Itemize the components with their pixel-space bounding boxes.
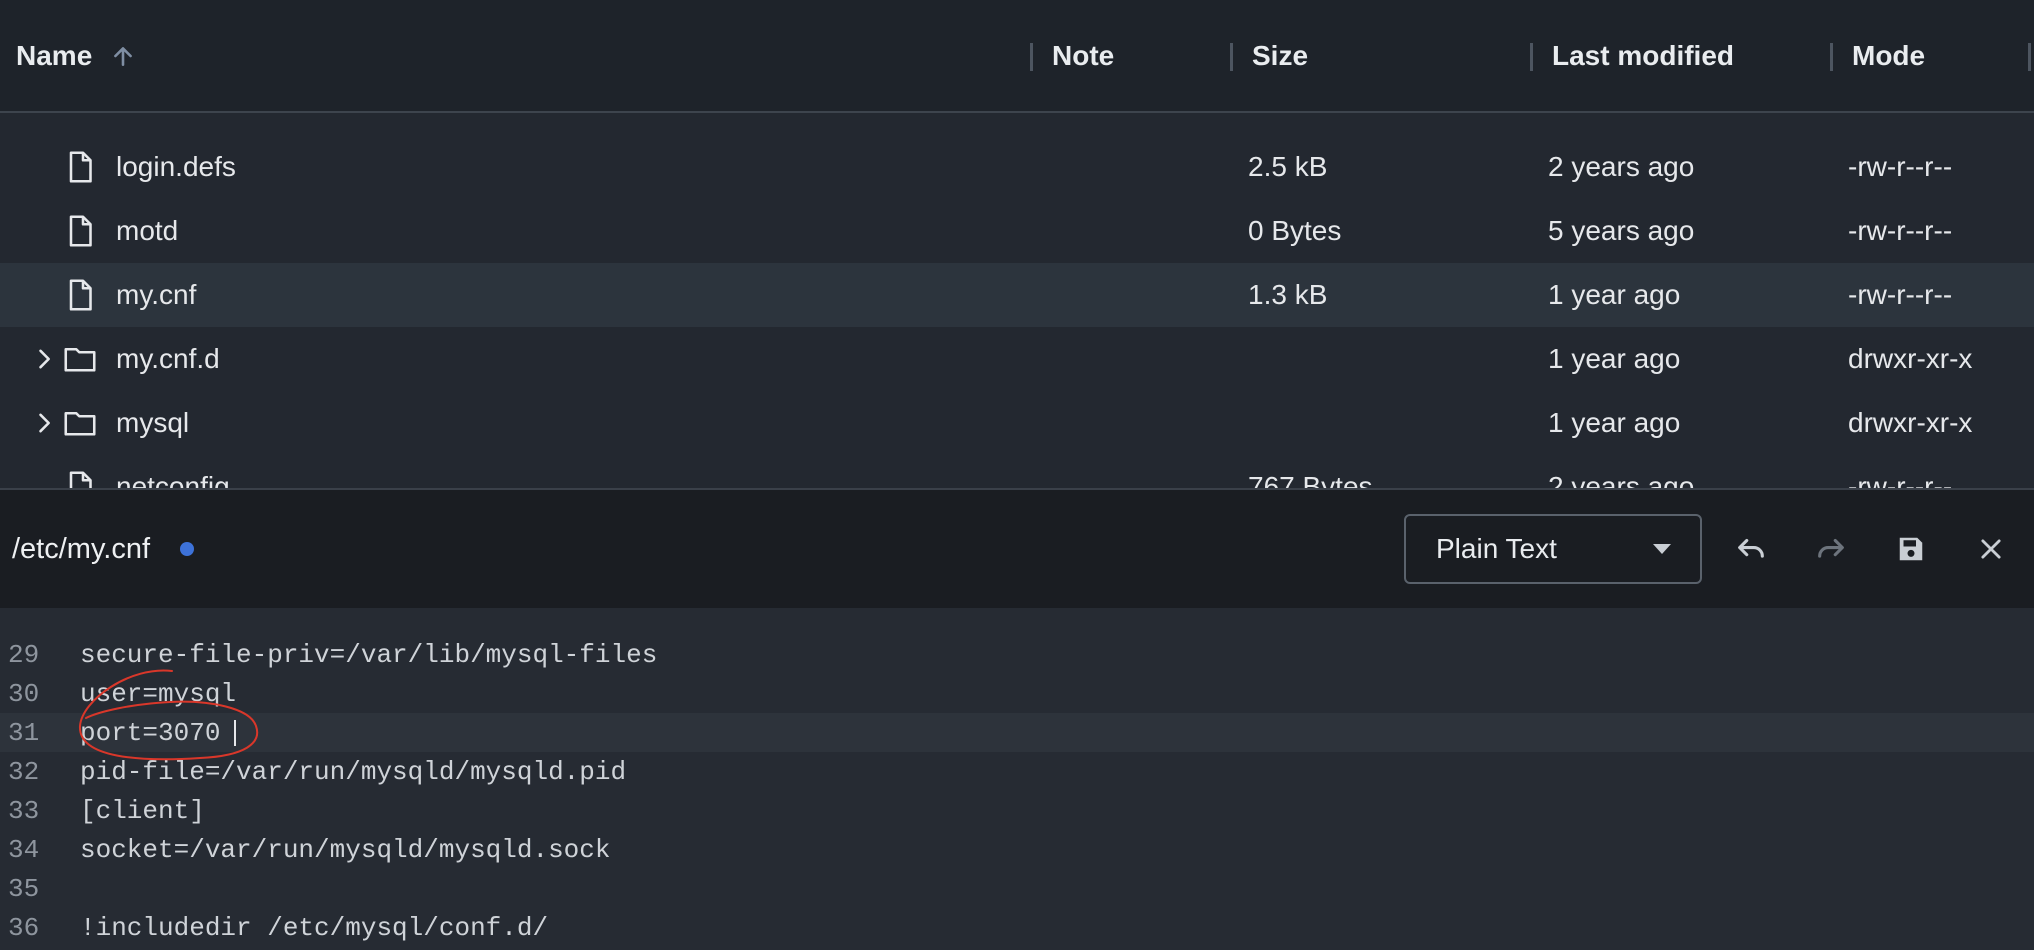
file-modified: 2 years ago — [1548, 471, 1695, 488]
line-number: 35 — [8, 873, 40, 904]
language-select[interactable]: Plain Text — [1404, 514, 1702, 584]
close-editor-button[interactable] — [1968, 526, 2014, 572]
table-row[interactable]: my.cnf.d 1 year ago drwxr-xr-x — [0, 327, 2034, 391]
column-header-last-modified-label: Last modified — [1552, 39, 1735, 71]
code-line[interactable]: 29 secure-file-priv=/var/lib/mysql-files — [0, 635, 2034, 674]
column-header-size-label: Size — [1252, 39, 1309, 71]
caret-down-icon — [1653, 544, 1671, 554]
column-resize-handle[interactable] — [2028, 43, 2031, 71]
file-mode: -rw-r--r-- — [1848, 151, 1953, 182]
unsaved-changes-indicator — [180, 542, 194, 556]
file-mode: -rw-r--r-- — [1848, 279, 1953, 310]
code-line[interactable]: 32 pid-file=/var/run/mysqld/mysqld.pid — [0, 752, 2034, 791]
code-line[interactable]: 33 [client] — [0, 791, 2034, 830]
code-line-partial — [0, 608, 2034, 633]
column-header-size[interactable]: Size — [1252, 0, 1308, 111]
table-row[interactable]: motd 0 Bytes 5 years ago -rw-r--r-- — [0, 199, 2034, 263]
column-header-note[interactable]: Note — [1052, 0, 1114, 111]
column-resize-handle[interactable] — [1230, 43, 1233, 71]
file-name: mysql — [116, 407, 190, 438]
line-number: 31 — [8, 717, 40, 748]
table-row-selected[interactable]: my.cnf 1.3 kB 1 year ago -rw-r--r-- — [0, 263, 2034, 327]
file-table-header: Name Note Size Last modified Mode — [0, 0, 2034, 113]
language-select-value: Plain Text — [1436, 533, 1557, 564]
file-name: my.cnf — [116, 279, 197, 310]
file-icon — [62, 113, 98, 114]
text-cursor — [234, 720, 236, 746]
file-manager-app: Name Note Size Last modified Mode login.… — [0, 0, 2034, 950]
line-number: 30 — [8, 678, 40, 709]
code-line[interactable]: 34 socket=/var/run/mysqld/mysqld.sock — [0, 830, 2034, 869]
file-icon — [69, 471, 92, 488]
code-text: pid-file=/var/run/mysqld/mysqld.pid — [80, 756, 627, 787]
file-size: 1.3 kB — [1248, 279, 1328, 310]
code-line[interactable]: 35 — [0, 869, 2034, 908]
line-number: 32 — [8, 756, 40, 787]
file-mode: -rw-r--r-- — [1848, 471, 1953, 488]
file-size: 2.5 kB — [1248, 151, 1328, 182]
column-resize-handle[interactable] — [1530, 43, 1533, 71]
file-size: 0 Bytes — [1248, 215, 1342, 246]
file-name: login.defs — [116, 151, 236, 182]
file-modified: 5 years ago — [1548, 215, 1695, 246]
folder-icon — [64, 411, 96, 436]
column-header-mode[interactable]: Mode — [1852, 0, 1925, 111]
undo-icon — [1738, 538, 1764, 558]
editor-toolbar: /etc/my.cnf Plain Text — [0, 488, 2034, 608]
code-line-active[interactable]: 31 port=3070 — [0, 713, 2034, 752]
file-mode: drwxr-xr-x — [1848, 407, 1973, 438]
column-header-name[interactable]: Name — [16, 0, 136, 111]
code-line[interactable]: 36 !includedir /etc/mysql/conf.d/ — [0, 908, 2034, 947]
file-mode: -rw-r--r-- — [1848, 215, 1953, 246]
table-row[interactable]: login.defs 2.5 kB 2 years ago -rw-r--r-- — [0, 135, 2034, 199]
column-header-mode-label: Mode — [1852, 39, 1926, 71]
column-resize-handle[interactable] — [1030, 43, 1033, 71]
file-modified: 1 year ago — [1548, 279, 1681, 310]
code-editor[interactable]: 29 secure-file-priv=/var/lib/mysql-files… — [0, 608, 2034, 950]
file-icon — [69, 279, 92, 311]
file-name: my.cnf.d — [116, 343, 220, 374]
redo-icon — [1818, 538, 1844, 558]
sort-ascending-icon[interactable] — [110, 43, 136, 69]
file-modified: 2 years ago — [1548, 151, 1695, 182]
redo-button[interactable] — [1808, 526, 1854, 572]
file-name: motd — [116, 215, 179, 246]
chevron-right-icon[interactable] — [30, 345, 58, 373]
code-line[interactable]: 30 user=mysql — [0, 674, 2034, 713]
column-header-last-modified[interactable]: Last modified — [1552, 0, 1734, 111]
table-row[interactable]: mysql 1 year ago drwxr-xr-x — [0, 391, 2034, 455]
code-text: [client] — [80, 795, 205, 826]
code-text: port=3070 — [80, 717, 221, 748]
line-number: 34 — [8, 834, 40, 865]
code-text: secure-file-priv=/var/lib/mysql-files — [80, 639, 658, 670]
column-header-name-label: Name — [16, 39, 93, 71]
folder-icon — [64, 347, 96, 372]
close-icon — [1981, 539, 2001, 559]
line-number: 29 — [8, 639, 40, 670]
column-resize-handle[interactable] — [1830, 43, 1833, 71]
file-icon — [69, 151, 92, 183]
file-icon — [69, 215, 92, 247]
file-list: login.defs 2.5 kB 2 years ago -rw-r--r--… — [0, 113, 2034, 488]
file-mode: drwxr-xr-x — [1848, 343, 1973, 374]
save-button[interactable] — [1888, 526, 1934, 572]
table-row-partial[interactable]: netconfig 767 Bytes 2 years ago -rw-r--r… — [0, 455, 2034, 488]
table-row-partial[interactable] — [0, 113, 2034, 127]
code-text: socket=/var/run/mysqld/mysqld.sock — [80, 834, 611, 865]
file-name: netconfig — [116, 471, 230, 488]
editor-file-path: /etc/my.cnf — [12, 532, 151, 565]
line-number: 33 — [8, 795, 40, 826]
file-modified: 1 year ago — [1548, 343, 1681, 374]
save-icon — [1899, 537, 1923, 561]
file-size: 767 Bytes — [1248, 471, 1373, 488]
column-header-note-label: Note — [1052, 39, 1115, 71]
line-number: 36 — [8, 912, 40, 943]
code-text: !includedir /etc/mysql/conf.d/ — [80, 912, 549, 943]
code-text: user=mysql — [80, 678, 237, 709]
chevron-right-icon[interactable] — [30, 409, 58, 437]
file-modified: 1 year ago — [1548, 407, 1681, 438]
undo-button[interactable] — [1728, 526, 1774, 572]
